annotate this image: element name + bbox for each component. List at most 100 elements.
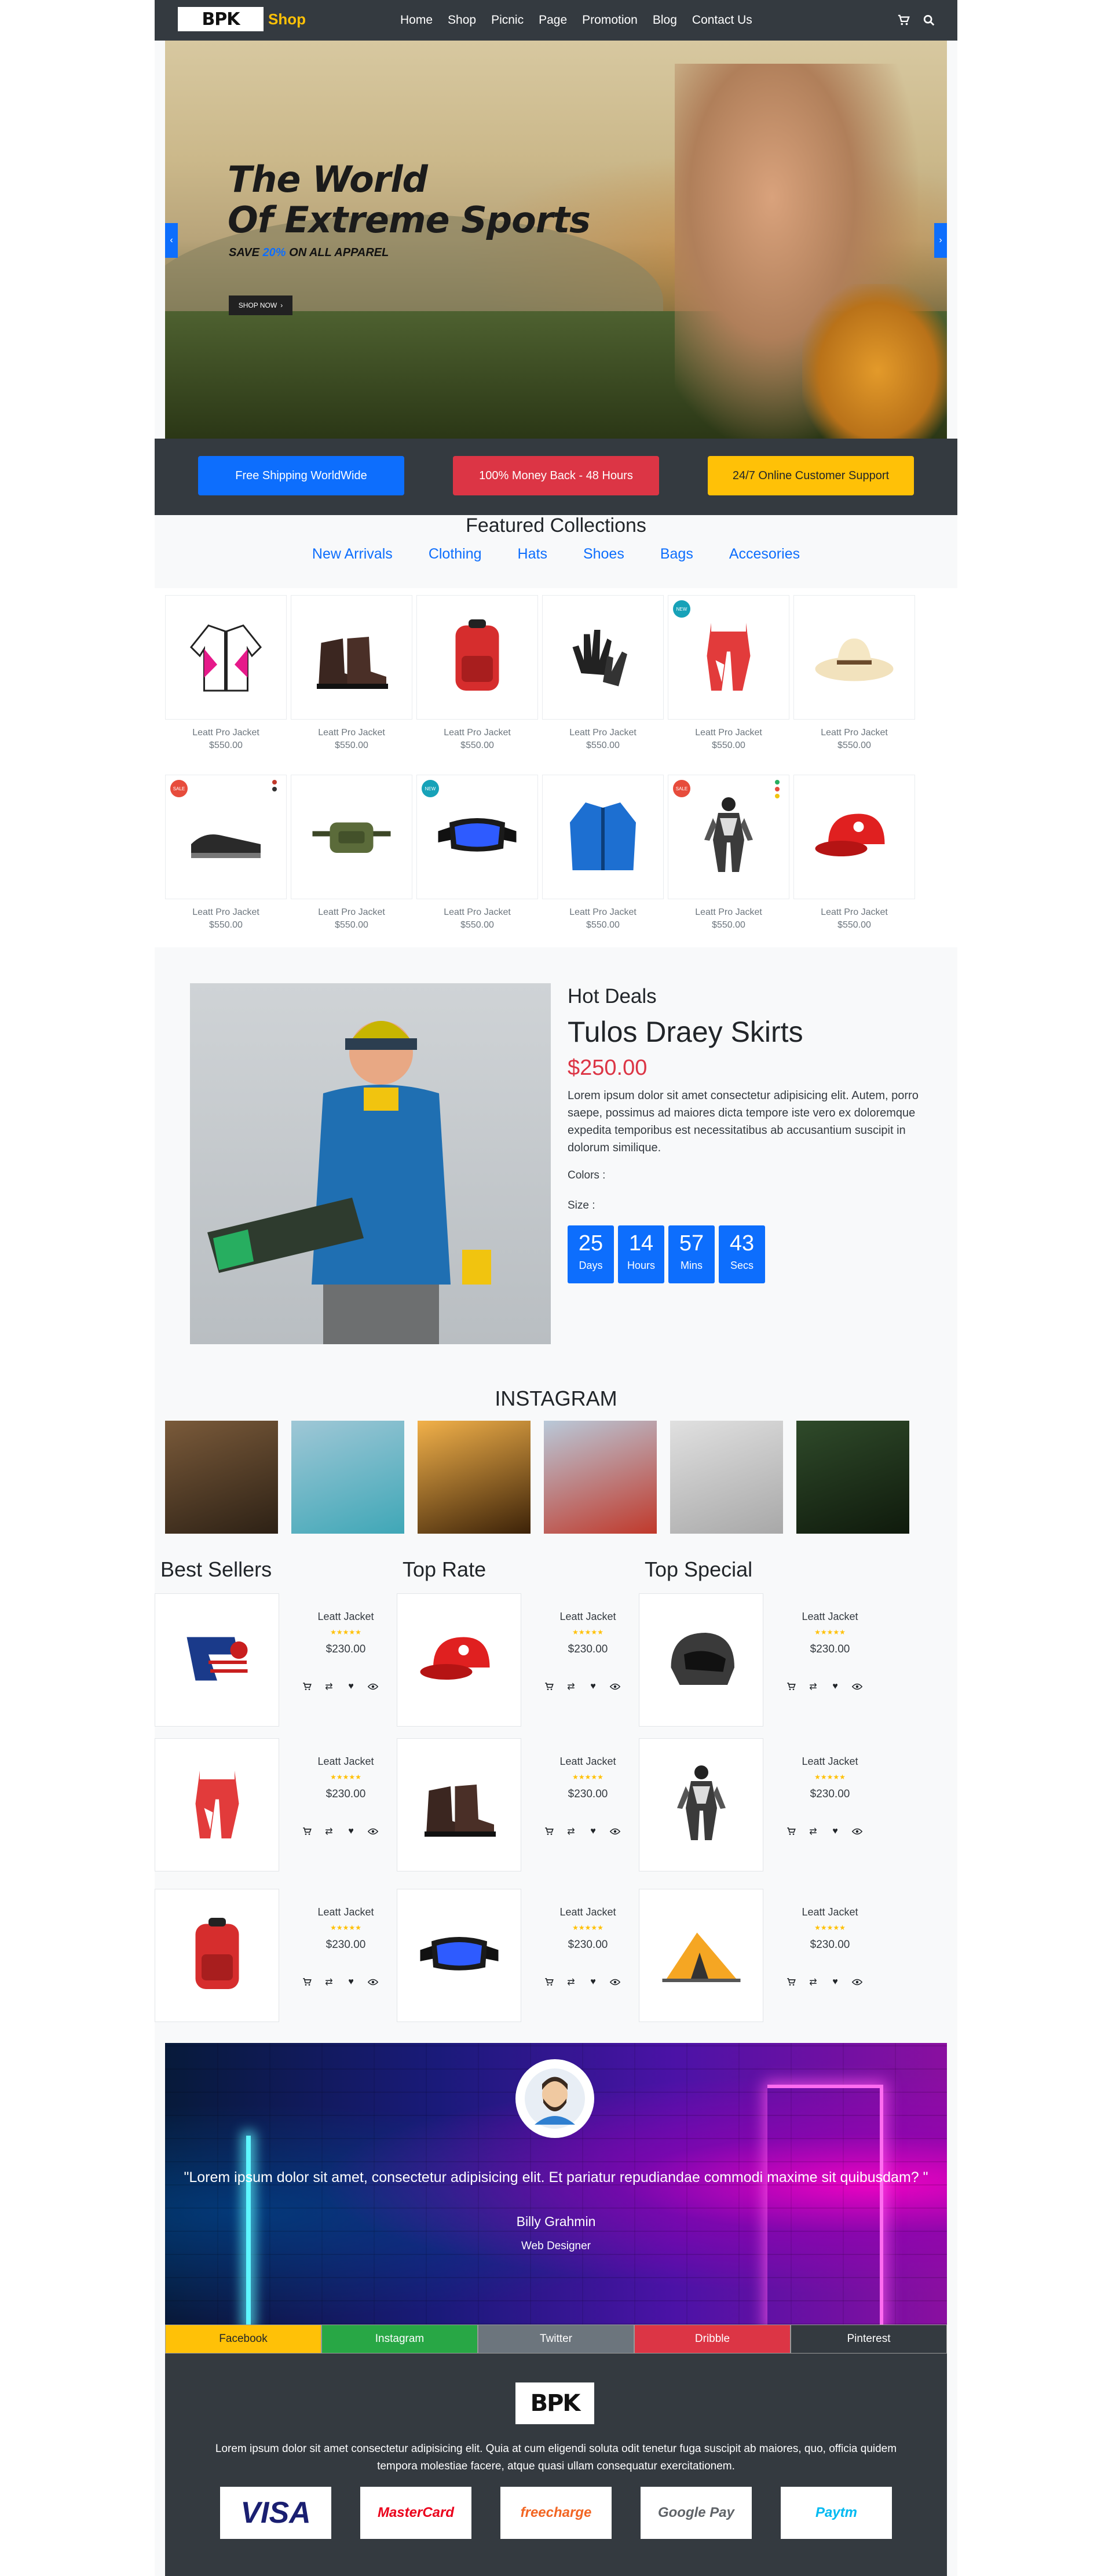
compare-icon[interactable]: ⇄ xyxy=(806,1679,821,1694)
product-image[interactable]: NEW xyxy=(416,775,538,899)
nav-link-promotion[interactable]: Promotion xyxy=(582,13,638,27)
product-card[interactable]: SALE Leatt Pro Jacket $550.00 xyxy=(165,775,287,931)
heart-icon[interactable]: ♥ xyxy=(343,1679,359,1694)
product-image[interactable]: SALE xyxy=(165,775,287,899)
product-name[interactable]: Leatt Pro Jacket xyxy=(793,728,915,738)
eye-icon[interactable] xyxy=(850,1679,865,1694)
social-dribble[interactable]: Dribble xyxy=(634,2325,791,2354)
cart-icon[interactable] xyxy=(542,1824,557,1839)
product-image[interactable] xyxy=(165,595,287,720)
cart-icon[interactable] xyxy=(542,1679,557,1694)
eye-icon[interactable] xyxy=(365,1824,381,1839)
instagram-photo[interactable] xyxy=(291,1421,404,1534)
product-image[interactable] xyxy=(416,595,538,720)
list-product[interactable]: Leatt Jacket ★★★★★ $230.00 ⇄ ♥ xyxy=(639,1889,882,2028)
product-image[interactable]: SALE xyxy=(668,775,789,899)
nav-link-page[interactable]: Page xyxy=(539,13,567,27)
product-image[interactable] xyxy=(291,595,412,720)
product-name[interactable]: Leatt Pro Jacket xyxy=(416,728,538,738)
product-card[interactable]: NEW Leatt Pro Jacket $550.00 xyxy=(416,775,538,931)
list-product[interactable]: Leatt Jacket ★★★★★ $230.00 ⇄ ♥ xyxy=(397,1889,640,2028)
instagram-photo[interactable] xyxy=(544,1421,657,1534)
heart-icon[interactable]: ♥ xyxy=(828,1824,843,1839)
list-product[interactable]: Leatt Jacket ★★★★★ $230.00 ⇄ ♥ xyxy=(155,1593,398,1732)
cart-icon[interactable] xyxy=(542,1975,557,1990)
list-product-name[interactable]: Leatt Jacket xyxy=(553,1906,623,1918)
cart-icon[interactable] xyxy=(784,1975,799,1990)
feature-free-shipping[interactable]: Free Shipping WorldWide xyxy=(198,456,404,495)
cart-icon[interactable] xyxy=(299,1824,314,1839)
product-card[interactable]: Leatt Pro Jacket $550.00 xyxy=(291,595,412,751)
product-card[interactable]: NEW Leatt Pro Jacket $550.00 xyxy=(668,595,789,751)
product-name[interactable]: Leatt Pro Jacket xyxy=(416,907,538,918)
product-card[interactable]: Leatt Pro Jacket $550.00 xyxy=(291,775,412,931)
eye-icon[interactable] xyxy=(608,1679,623,1694)
list-product-image[interactable] xyxy=(397,1889,521,2022)
tab-shoes[interactable]: Shoes xyxy=(583,546,624,563)
product-name[interactable]: Leatt Pro Jacket xyxy=(542,728,664,738)
product-image[interactable]: NEW xyxy=(668,595,789,720)
nav-link-picnic[interactable]: Picnic xyxy=(491,13,524,27)
compare-icon[interactable]: ⇄ xyxy=(321,1975,336,1990)
product-name[interactable]: Leatt Pro Jacket xyxy=(542,907,664,918)
list-product[interactable]: Leatt Jacket ★★★★★ $230.00 ⇄ ♥ xyxy=(639,1593,882,1732)
compare-icon[interactable]: ⇄ xyxy=(564,1975,579,1990)
eye-icon[interactable] xyxy=(850,1975,865,1990)
list-product-name[interactable]: Leatt Jacket xyxy=(795,1611,865,1623)
list-product-name[interactable]: Leatt Jacket xyxy=(553,1611,623,1623)
product-card[interactable]: Leatt Pro Jacket $550.00 xyxy=(793,775,915,931)
social-instagram[interactable]: Instagram xyxy=(321,2325,478,2354)
product-name[interactable]: Leatt Pro Jacket xyxy=(165,728,287,738)
list-product-image[interactable] xyxy=(155,1593,279,1727)
eye-icon[interactable] xyxy=(608,1975,623,1990)
carousel-next-arrow[interactable]: › xyxy=(934,223,947,258)
list-product[interactable]: Leatt Jacket ★★★★★ $230.00 ⇄ ♥ xyxy=(639,1738,882,1877)
compare-icon[interactable]: ⇄ xyxy=(806,1824,821,1839)
shop-now-button[interactable]: SHOP NOW › xyxy=(229,295,292,315)
cart-icon[interactable] xyxy=(299,1975,314,1990)
list-product-name[interactable]: Leatt Jacket xyxy=(311,1611,381,1623)
heart-icon[interactable]: ♥ xyxy=(586,1679,601,1694)
nav-link-home[interactable]: Home xyxy=(400,13,433,27)
compare-icon[interactable]: ⇄ xyxy=(321,1824,336,1839)
cart-icon[interactable] xyxy=(784,1824,799,1839)
product-image[interactable] xyxy=(542,775,664,899)
tab-hats[interactable]: Hats xyxy=(518,546,547,563)
nav-link-shop[interactable]: Shop xyxy=(448,13,476,27)
list-product-image[interactable] xyxy=(155,1889,279,2022)
list-product[interactable]: Leatt Jacket ★★★★★ $230.00 ⇄ ♥ xyxy=(155,1889,398,2028)
carousel-prev-arrow[interactable]: ‹ xyxy=(165,223,178,258)
instagram-photo[interactable] xyxy=(670,1421,783,1534)
heart-icon[interactable]: ♥ xyxy=(828,1975,843,1990)
social-pinterest[interactable]: Pinterest xyxy=(791,2325,947,2354)
social-twitter[interactable]: Twitter xyxy=(478,2325,634,2354)
list-product-image[interactable] xyxy=(639,1593,763,1727)
list-product-name[interactable]: Leatt Jacket xyxy=(795,1756,865,1768)
eye-icon[interactable] xyxy=(365,1975,381,1990)
list-product-image[interactable] xyxy=(639,1889,763,2022)
compare-icon[interactable]: ⇄ xyxy=(321,1679,336,1694)
tab-accessories[interactable]: Accesories xyxy=(729,546,800,563)
product-image[interactable] xyxy=(542,595,664,720)
list-product-name[interactable]: Leatt Jacket xyxy=(311,1756,381,1768)
product-card[interactable]: Leatt Pro Jacket $550.00 xyxy=(542,775,664,931)
product-card[interactable]: Leatt Pro Jacket $550.00 xyxy=(165,595,287,751)
list-product-image[interactable] xyxy=(397,1593,521,1727)
list-product-image[interactable] xyxy=(639,1738,763,1871)
product-name[interactable]: Leatt Pro Jacket xyxy=(291,907,412,918)
feature-support[interactable]: 24/7 Online Customer Support xyxy=(708,456,914,495)
nav-link-contact[interactable]: Contact Us xyxy=(692,13,752,27)
tab-new-arrivals[interactable]: New Arrivals xyxy=(312,546,393,563)
heart-icon[interactable]: ♥ xyxy=(343,1975,359,1990)
compare-icon[interactable]: ⇄ xyxy=(564,1679,579,1694)
product-name[interactable]: Leatt Pro Jacket xyxy=(291,728,412,738)
footer-logo[interactable]: BPK xyxy=(515,2382,594,2424)
instagram-photo[interactable] xyxy=(418,1421,531,1534)
logo[interactable]: BPK Shop xyxy=(178,7,306,31)
instagram-photo[interactable] xyxy=(165,1421,278,1534)
product-card[interactable]: Leatt Pro Jacket $550.00 xyxy=(416,595,538,751)
cart-icon[interactable] xyxy=(895,12,912,29)
product-image[interactable] xyxy=(793,595,915,720)
product-name[interactable]: Leatt Pro Jacket xyxy=(668,907,789,918)
search-icon[interactable] xyxy=(920,12,938,29)
